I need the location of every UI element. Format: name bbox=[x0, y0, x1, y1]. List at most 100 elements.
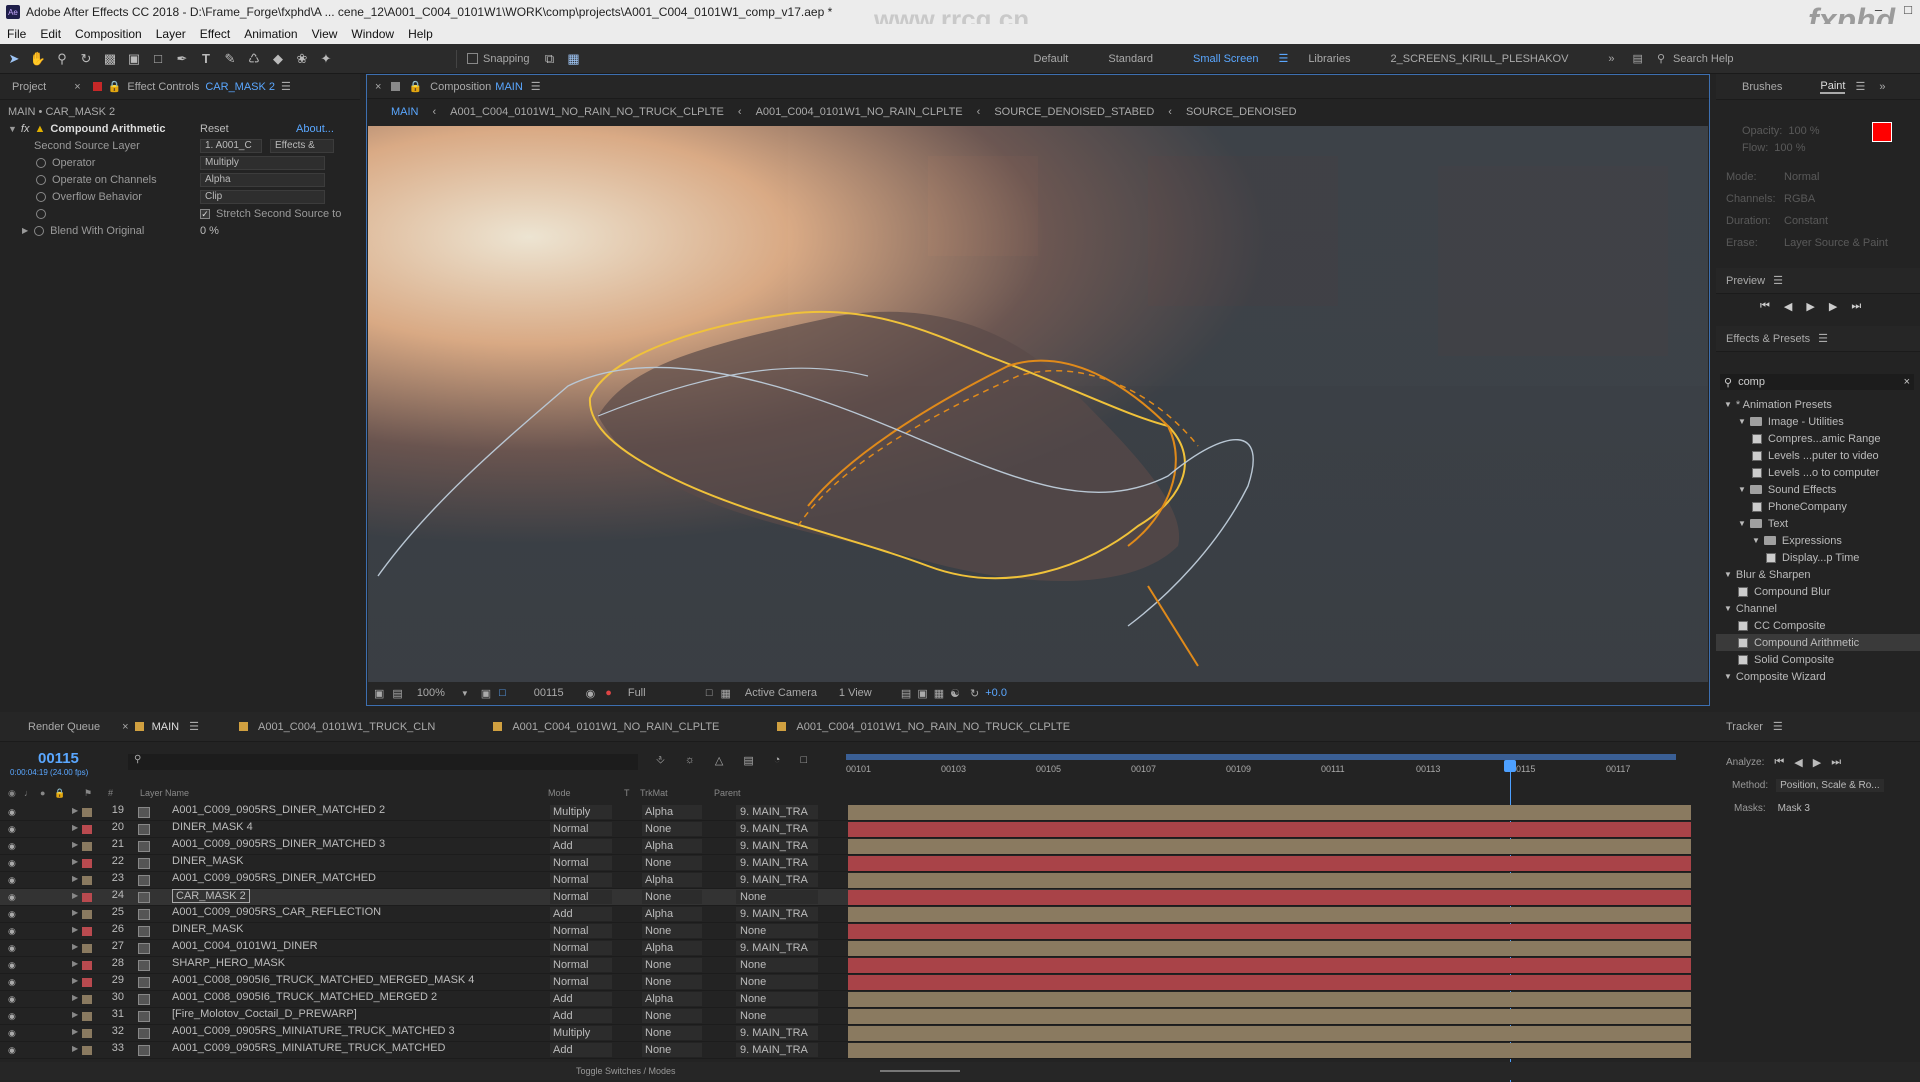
effects-tree-item[interactable]: ▼ Image - Utilities bbox=[1716, 413, 1920, 430]
layer-mode-dropdown[interactable]: Normal bbox=[550, 822, 612, 836]
effects-tree-item[interactable]: Display...p Time bbox=[1716, 549, 1920, 566]
layer-trkmat-dropdown[interactable]: None bbox=[642, 1026, 702, 1040]
hand-tool-icon[interactable]: ✋ bbox=[28, 49, 48, 69]
layer-duration-bar[interactable] bbox=[848, 958, 1691, 973]
layer-parent-dropdown[interactable]: None bbox=[736, 958, 818, 972]
layer-name[interactable]: DINER_MASK 4 bbox=[172, 821, 253, 833]
effects-tree-item[interactable]: CC Composite bbox=[1716, 617, 1920, 634]
rotate-tool-icon[interactable]: ↻ bbox=[76, 49, 96, 69]
layer-trkmat-dropdown[interactable]: None bbox=[642, 822, 702, 836]
effects-tree-item[interactable]: Solid Composite bbox=[1716, 651, 1920, 668]
effects-tree-item[interactable]: ▼ Blur & Sharpen bbox=[1716, 566, 1920, 583]
twirl-down-icon[interactable]: ▼ bbox=[8, 124, 17, 134]
stopwatch-icon[interactable] bbox=[36, 191, 46, 202]
sync-settings-icon[interactable]: ▤ bbox=[1633, 52, 1643, 65]
puppet-pin-tool-icon[interactable]: ✦ bbox=[316, 49, 336, 69]
last-frame-icon[interactable]: ⏭ bbox=[1851, 300, 1861, 313]
layer-label-color[interactable] bbox=[82, 808, 92, 817]
layer-trkmat-dropdown[interactable]: Alpha bbox=[642, 873, 702, 887]
layer-mode-dropdown[interactable]: Normal bbox=[550, 873, 612, 887]
workspace-custom[interactable]: 2_SCREENS_KIRILL_PLESHAKOV bbox=[1371, 53, 1589, 65]
layer-parent-dropdown[interactable]: None bbox=[736, 992, 818, 1006]
tab-render-queue[interactable]: Render Queue bbox=[28, 721, 100, 733]
layer-row[interactable]: ◉ ▶ 23 A001_C009_0905RS_DINER_MATCHED Normal… bbox=[0, 872, 1691, 889]
layer-mode-dropdown[interactable]: Add bbox=[550, 1043, 612, 1057]
second-source-dropdown[interactable]: 1. A001_C bbox=[200, 138, 262, 153]
layer-duration-bar[interactable] bbox=[848, 992, 1691, 1007]
reset-link[interactable]: Reset bbox=[200, 123, 229, 135]
panel-menu-icon[interactable]: ☰ bbox=[1818, 332, 1828, 345]
layer-trkmat-dropdown[interactable]: None bbox=[642, 924, 702, 938]
effects-tree-item[interactable]: ▼ Channel bbox=[1716, 600, 1920, 617]
layer-parent-dropdown[interactable]: 9. MAIN_TRA bbox=[736, 805, 818, 819]
graph-editor-icon[interactable]: □ bbox=[800, 754, 807, 767]
resolution-dropdown[interactable]: Full bbox=[628, 687, 698, 699]
twirl-right-icon[interactable]: ▶ bbox=[72, 976, 78, 985]
visibility-eye-icon[interactable]: ◉ bbox=[8, 1028, 18, 1038]
stopwatch-icon[interactable] bbox=[36, 174, 46, 185]
layer-trkmat-dropdown[interactable]: None bbox=[642, 890, 702, 904]
twirl-right-icon[interactable]: ▶ bbox=[72, 1010, 78, 1019]
menu-edit[interactable]: Edit bbox=[33, 27, 68, 41]
layer-label-color[interactable] bbox=[82, 944, 92, 953]
shy-layers-icon[interactable]: △ bbox=[715, 754, 723, 767]
layer-mode-dropdown[interactable]: Normal bbox=[550, 941, 612, 955]
toggle-switches-modes[interactable]: Toggle Switches / Modes bbox=[576, 1066, 676, 1076]
layer-name[interactable]: A001_C009_0905RS_MINIATURE_TRUCK_MATCHED bbox=[172, 1042, 445, 1054]
eraser-tool-icon[interactable]: ◆ bbox=[268, 49, 288, 69]
snapshot-icon[interactable]: ◉ bbox=[586, 687, 596, 700]
layer-label-color[interactable] bbox=[82, 876, 92, 885]
layer-row[interactable]: ◉ ▶ 25 A001_C009_0905RS_CAR_REFLECTION Add Al… bbox=[0, 906, 1691, 923]
close-icon[interactable]: × bbox=[375, 81, 381, 93]
twirl-down-icon[interactable]: ▼ bbox=[1724, 400, 1732, 409]
layer-duration-bar[interactable] bbox=[848, 822, 1691, 837]
views-dropdown[interactable]: 1 View bbox=[839, 687, 895, 699]
stopwatch-icon[interactable] bbox=[36, 208, 46, 219]
layer-trkmat-dropdown[interactable]: None bbox=[642, 856, 702, 870]
panel-menu-icon[interactable]: ☰ bbox=[1855, 80, 1865, 93]
motion-blur-icon[interactable]: ◔ bbox=[774, 754, 781, 767]
layer-label-color[interactable] bbox=[82, 859, 92, 868]
clone-stamp-tool-icon[interactable]: ♺ bbox=[244, 49, 264, 69]
tab-effect-controls[interactable]: 🔒 Effect Controls CAR_MASK 2 ☰ bbox=[81, 80, 303, 93]
layer-label-color[interactable] bbox=[82, 825, 92, 834]
layer-mode-dropdown[interactable]: Normal bbox=[550, 924, 612, 938]
layer-trkmat-dropdown[interactable]: Alpha bbox=[642, 839, 702, 853]
layer-trkmat-dropdown[interactable]: Alpha bbox=[642, 805, 702, 819]
effects-tree-item[interactable]: Levels ...puter to video bbox=[1716, 447, 1920, 464]
method-dropdown[interactable]: Position, Scale & Ro... bbox=[1776, 779, 1884, 792]
layer-trkmat-dropdown[interactable]: Alpha bbox=[642, 907, 702, 921]
layer-trkmat-dropdown[interactable]: None bbox=[642, 958, 702, 972]
workspace-libraries[interactable]: Libraries bbox=[1288, 53, 1370, 65]
exposure-value[interactable]: +0.0 bbox=[985, 687, 1007, 699]
layer-trkmat-dropdown[interactable]: Alpha bbox=[642, 941, 702, 955]
twirl-down-icon[interactable]: ▼ bbox=[1724, 672, 1732, 681]
layer-row[interactable]: ◉ ▶ 20 DINER_MASK 4 Normal None 9. MAIN_TRA bbox=[0, 821, 1691, 838]
layer-mode-dropdown[interactable]: Normal bbox=[550, 975, 612, 989]
monitor-icon[interactable]: ▤ bbox=[392, 687, 402, 700]
close-icon[interactable]: × bbox=[122, 721, 128, 733]
pan-behind-tool-icon[interactable]: ▣ bbox=[124, 49, 144, 69]
layer-row[interactable]: ◉ ▶ 22 DINER_MASK Normal None 9. MAIN_TRA bbox=[0, 855, 1691, 872]
comp-mini-flowchart-icon[interactable]: ⎀ bbox=[656, 754, 665, 767]
layer-name[interactable]: CAR_MASK 2 bbox=[172, 889, 250, 903]
layer-trkmat-dropdown[interactable]: None bbox=[642, 1043, 702, 1057]
layer-name[interactable]: DINER_MASK bbox=[172, 923, 244, 935]
always-preview-icon[interactable]: ▣ bbox=[374, 687, 384, 700]
layer-name[interactable]: A001_C008_0905I6_TRUCK_MATCHED_MERGED 2 bbox=[172, 991, 437, 1003]
layer-mode-dropdown[interactable]: Multiply bbox=[550, 805, 612, 819]
layer-mode-dropdown[interactable]: Add bbox=[550, 992, 612, 1006]
visibility-eye-icon[interactable]: ◉ bbox=[8, 807, 18, 817]
flowchart-icon[interactable]: ☯ bbox=[950, 687, 960, 700]
layer-mode-dropdown[interactable]: Normal bbox=[550, 856, 612, 870]
time-ruler[interactable]: 00101 00103 00105 00107 00109 00111 00113 00115… bbox=[846, 752, 1692, 792]
fx-icon[interactable]: fx bbox=[21, 123, 30, 135]
twirl-right-icon[interactable]: ▶ bbox=[72, 857, 78, 866]
snapping-checkbox[interactable] bbox=[467, 53, 478, 64]
zoom-slider[interactable] bbox=[880, 1070, 960, 1072]
first-frame-icon[interactable]: ⏮ bbox=[1760, 300, 1770, 313]
layer-row[interactable]: ◉ ▶ 33 A001_C009_0905RS_MINIATURE_TRUCK_MAT… bbox=[0, 1042, 1691, 1059]
layer-trkmat-dropdown[interactable]: None bbox=[642, 975, 702, 989]
visibility-eye-icon[interactable]: ◉ bbox=[8, 875, 18, 885]
panel-menu-icon[interactable]: ☰ bbox=[1773, 720, 1783, 733]
